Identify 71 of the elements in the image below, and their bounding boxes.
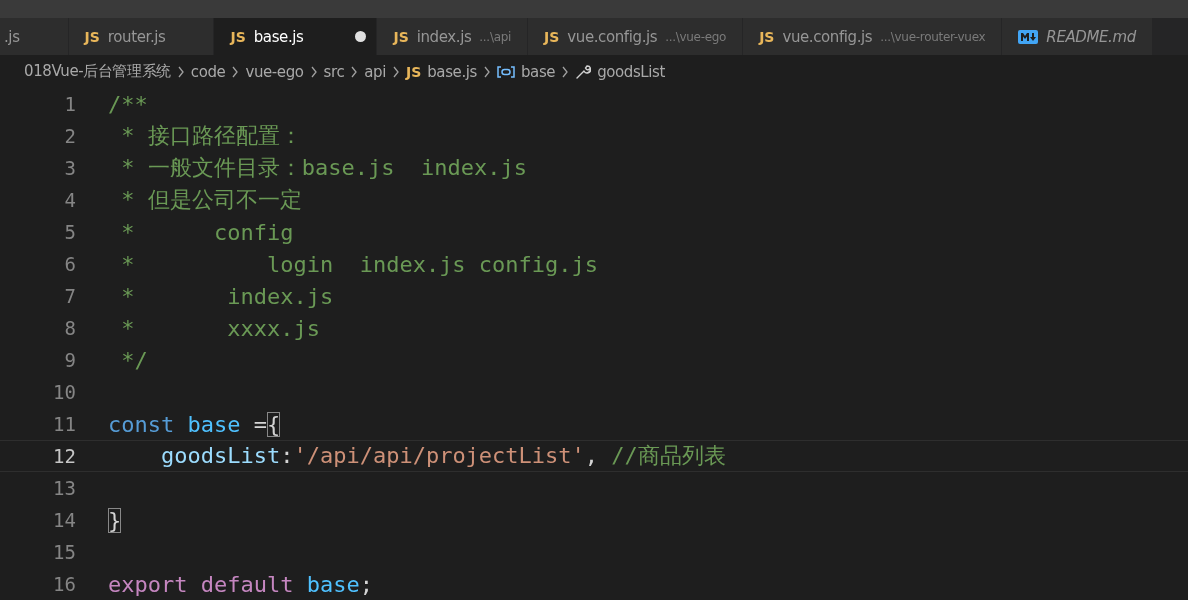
line-number: 11 [52, 413, 76, 435]
code-line: * index.js [120, 283, 334, 309]
line-number: 1 [63, 93, 76, 115]
tab-label: router.js [107, 27, 166, 46]
tab-path: ...\vue-router-vuex [880, 29, 986, 44]
line-number: 16 [52, 573, 76, 595]
tab-path: ...\vue-ego [665, 29, 727, 44]
code-line: */ [120, 347, 148, 373]
breadcrumb-item[interactable]: api [364, 62, 386, 81]
tab-label: .js [4, 27, 20, 46]
line-number: 2 [63, 125, 76, 147]
line-number: 9 [63, 349, 76, 371]
code-line: * login index.js config.js [120, 251, 599, 277]
editor-tab[interactable]: JS base.js [214, 18, 378, 55]
line-number: 6 [63, 253, 76, 275]
breadcrumb-item[interactable]: base.js [427, 62, 477, 81]
js-file-icon: JS [759, 28, 775, 45]
breadcrumb-item[interactable]: 018Vue-后台管理系统 [24, 62, 171, 81]
line-number: 15 [52, 541, 76, 563]
unsaved-dot-icon [355, 31, 367, 42]
code-line: export default base; [108, 571, 373, 597]
js-file-icon: JS [230, 28, 246, 45]
code-line: * xxxx.js [120, 315, 320, 341]
code-line: const base ={ [108, 411, 281, 437]
chevron-icon [350, 65, 359, 78]
code-line: * config [120, 219, 294, 245]
line-number: 3 [63, 157, 76, 179]
wrench-icon [575, 63, 592, 80]
code-line: * 但是公司不一定 [120, 186, 302, 214]
variable-icon [496, 64, 515, 79]
line-number: 4 [63, 189, 76, 211]
line-number: 14 [52, 509, 76, 531]
chevron-icon [482, 65, 491, 78]
tab-label: vue.config.js [567, 27, 658, 46]
js-file-icon: JS [544, 28, 560, 45]
breadcrumb-item[interactable]: vue-ego [245, 62, 304, 81]
markdown-icon [1018, 29, 1039, 44]
breadcrumb-item[interactable]: code [190, 62, 226, 81]
chevron-icon [391, 65, 400, 78]
line-number: 12 [52, 445, 76, 467]
code-line: goodsList:'/api/api/projectList', //商品列表 [159, 442, 726, 470]
line-number: 7 [63, 285, 76, 307]
editor-tab[interactable]: JS index.js ...\api [377, 18, 529, 55]
editor-tab[interactable]: JS router.js [68, 18, 215, 55]
tab-label: vue.config.js [782, 27, 873, 46]
code-line: } [108, 507, 122, 533]
chevron-icon [231, 65, 240, 78]
editor-tab[interactable]: JS vue.config.js ...\vue-ego [528, 18, 744, 55]
code-line: /** [108, 91, 148, 117]
editor-tab[interactable]: README.md [1002, 18, 1153, 55]
tab-label: index.js [416, 27, 472, 46]
chevron-icon [309, 65, 318, 78]
js-file-icon: JS [84, 28, 100, 45]
tab-label: README.md [1046, 27, 1136, 46]
breadcrumb-item[interactable]: base [520, 62, 556, 81]
chevron-icon [176, 65, 185, 78]
breadcrumb-item[interactable]: goodsList [597, 62, 665, 81]
line-number: 10 [52, 381, 76, 403]
line-number: 8 [63, 317, 76, 339]
chevron-icon [561, 65, 570, 78]
code-line: * 一般文件目录：base.js index.js [120, 154, 527, 182]
line-number: 13 [52, 477, 76, 499]
js-file-icon: JS [405, 63, 422, 80]
js-file-icon: JS [393, 28, 409, 45]
tab-path: ...\api [479, 29, 512, 44]
editor-tab[interactable]: .js [0, 18, 69, 55]
breadcrumb-item[interactable]: src [323, 62, 345, 81]
tab-label: base.js [253, 27, 304, 46]
editor-tab[interactable]: JS vue.config.js ...\vue-router-vuex [743, 18, 1003, 55]
line-number: 5 [63, 221, 76, 243]
code-line: * 接口路径配置： [120, 122, 302, 150]
